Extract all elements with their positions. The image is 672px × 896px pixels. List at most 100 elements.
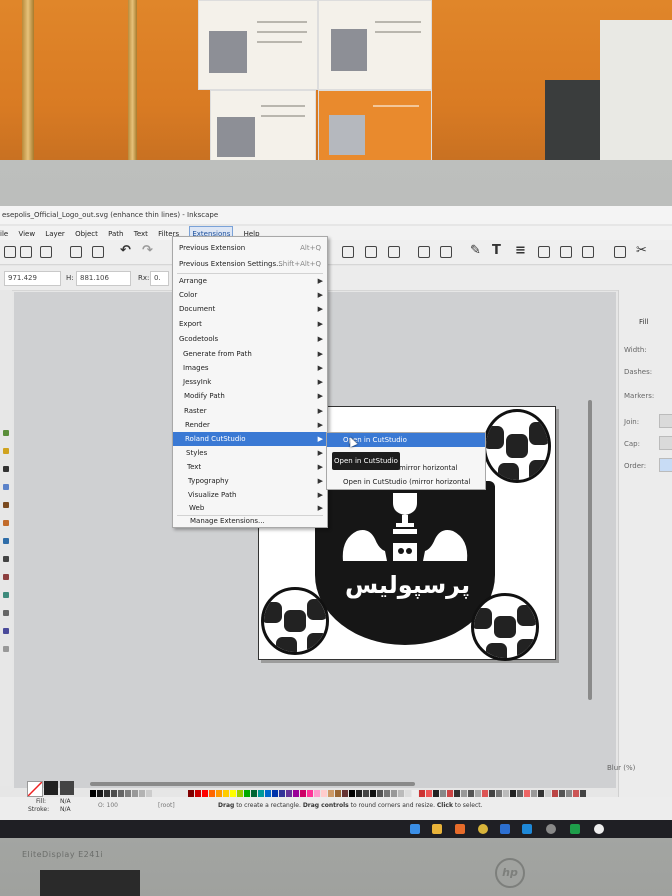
chrome-icon[interactable] xyxy=(478,824,488,834)
menu-item-color[interactable]: Color ▶ xyxy=(173,288,327,302)
join-button[interactable] xyxy=(659,414,672,428)
stroke-value: N/A xyxy=(60,806,71,813)
menu-item-typography[interactable]: Typography ▶ xyxy=(173,474,327,488)
menu-item-render[interactable]: Render ▶ xyxy=(173,418,327,432)
menu-item-jessyink[interactable]: JessyInk ▶ xyxy=(173,375,327,389)
extensions-menu: Previous Extension Alt+Q Previous Extens… xyxy=(172,236,328,528)
windows-start-icon[interactable] xyxy=(410,824,420,834)
dashes-label: Dashes: xyxy=(624,368,653,376)
opacity-field[interactable]: O: 100 xyxy=(98,802,118,809)
submenu-item-open-mirror-2[interactable]: Open in CutStudio (mirror horizontal xyxy=(327,475,485,489)
x-field[interactable]: 971.429 xyxy=(4,271,61,286)
menu-layer[interactable]: Layer xyxy=(45,227,65,241)
tool-icon[interactable] xyxy=(3,466,9,472)
excel-icon[interactable] xyxy=(570,824,580,834)
ungroup-icon[interactable] xyxy=(440,246,452,258)
tool-icon[interactable] xyxy=(3,610,9,616)
menu-item-styles[interactable]: Styles ▶ xyxy=(173,446,327,460)
tool-icon[interactable] xyxy=(3,646,9,652)
app-icon[interactable] xyxy=(546,824,556,834)
firefox-icon[interactable] xyxy=(455,824,465,834)
menu-object[interactable]: Object xyxy=(75,227,98,241)
football-icon xyxy=(483,409,551,483)
order-button[interactable] xyxy=(659,458,672,472)
open-icon[interactable] xyxy=(20,246,32,258)
menu-item-previous-extension[interactable]: Previous Extension Alt+Q xyxy=(173,241,327,255)
cabinet xyxy=(600,20,672,170)
fill-stroke-panel: Fill Width: Dashes: Markers: Join: Cap: … xyxy=(607,290,672,800)
menu-item-modify-path[interactable]: Modify Path ▶ xyxy=(173,389,327,403)
export-icon[interactable] xyxy=(92,246,104,258)
menu-item-raster[interactable]: Raster ▶ xyxy=(173,404,327,418)
menu-item-generate-from-path[interactable]: Generate from Path ▶ xyxy=(173,347,327,361)
menu-item-arrange[interactable]: Arrange ▶ xyxy=(173,274,327,288)
unlink-clone-icon[interactable] xyxy=(388,246,400,258)
h-label: H: xyxy=(66,274,74,282)
tool-icon[interactable] xyxy=(3,430,9,436)
menu-item-document[interactable]: Document ▶ xyxy=(173,302,327,316)
menu-item-roland-cutstudio[interactable]: Roland CutStudio ▶ xyxy=(173,432,327,446)
wall-poster xyxy=(210,90,316,164)
order-label: Order: xyxy=(624,462,647,470)
menu-file[interactable]: ile xyxy=(0,227,8,241)
menu-text[interactable]: Text xyxy=(134,227,148,241)
stroke-indicator[interactable] xyxy=(44,781,58,795)
tool-icon[interactable] xyxy=(3,538,9,544)
status-bar: Fill: N/A Stroke: N/A O: 100 [root] Drag… xyxy=(0,781,672,821)
horizontal-scrollbar[interactable] xyxy=(90,782,415,786)
print-icon[interactable] xyxy=(40,246,52,258)
layers-icon[interactable] xyxy=(560,246,572,258)
file-explorer-icon[interactable] xyxy=(432,824,442,834)
tool-icon[interactable] xyxy=(3,556,9,562)
app-icon[interactable] xyxy=(522,824,532,834)
xml-editor-icon[interactable]: ✎ xyxy=(470,243,481,258)
menu-item-export[interactable]: Export ▶ xyxy=(173,317,327,331)
tool-icon[interactable] xyxy=(3,592,9,598)
cap-button[interactable] xyxy=(659,436,672,450)
menu-bar: ile View Layer Object Path Text Filters … xyxy=(0,226,672,242)
tool-icon[interactable] xyxy=(3,502,9,508)
fill-tab[interactable]: Fill xyxy=(639,318,648,326)
transform-icon[interactable] xyxy=(538,246,550,258)
undo-icon[interactable]: ↶ xyxy=(120,243,131,258)
menu-item-text[interactable]: Text ▶ xyxy=(173,460,327,474)
stroke-indicator-2[interactable] xyxy=(60,781,74,795)
tool-icon[interactable] xyxy=(3,628,9,634)
tool-controls-bar: 971.429 H: 881.106 Rx: 0. xyxy=(0,266,672,291)
rx-field[interactable]: 0. xyxy=(150,271,169,286)
tool-icon[interactable] xyxy=(3,448,9,454)
tool-icon[interactable] xyxy=(3,574,9,580)
new-icon[interactable] xyxy=(4,246,16,258)
menu-item-images[interactable]: Images ▶ xyxy=(173,361,327,375)
app-icon[interactable] xyxy=(594,824,604,834)
document-properties-icon[interactable]: ✂ xyxy=(636,243,647,258)
app-icon[interactable] xyxy=(500,824,510,834)
wall-poster xyxy=(198,0,318,90)
tool-icon[interactable] xyxy=(3,520,9,526)
menu-item-previous-settings[interactable]: Previous Extension Settings... Shift+Alt… xyxy=(173,257,327,271)
align-icon[interactable]: ≡ xyxy=(515,243,526,258)
menu-item-visualize-path[interactable]: Visualize Path ▶ xyxy=(173,488,327,502)
h-field[interactable]: 881.106 xyxy=(76,271,131,286)
menu-item-manage-extensions[interactable]: Manage Extensions... xyxy=(173,514,327,528)
menu-item-gcodetools[interactable]: Gcodetools ▶ xyxy=(173,332,327,346)
menu-view[interactable]: View xyxy=(18,227,35,241)
duplicate-icon[interactable] xyxy=(342,246,354,258)
layer-selector[interactable]: [root] xyxy=(158,802,175,809)
redo-icon[interactable]: ↷ xyxy=(142,243,153,258)
tool-icon[interactable] xyxy=(3,484,9,490)
text-tool-icon[interactable]: T xyxy=(492,243,501,258)
preferences-icon[interactable] xyxy=(614,246,626,258)
objects-icon[interactable] xyxy=(582,246,594,258)
group-icon[interactable] xyxy=(418,246,430,258)
menu-path[interactable]: Path xyxy=(108,227,123,241)
clone-icon[interactable] xyxy=(365,246,377,258)
vertical-scrollbar[interactable] xyxy=(588,400,592,700)
fill-value: N/A xyxy=(60,798,71,805)
football-icon xyxy=(471,593,539,661)
menu-item-web[interactable]: Web ▶ xyxy=(173,501,327,515)
football-icon xyxy=(261,587,329,655)
import-icon[interactable] xyxy=(70,246,82,258)
fill-indicator[interactable] xyxy=(27,781,43,797)
window-title: esepolis_Official_Logo_out.svg (enhance … xyxy=(0,206,672,224)
